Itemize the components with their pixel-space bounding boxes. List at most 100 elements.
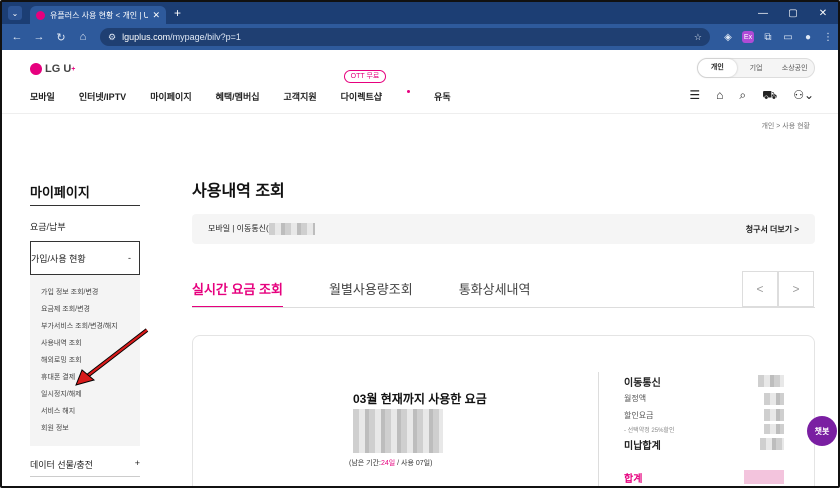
nav-mypage[interactable]: 마이페이지 xyxy=(150,90,191,103)
ott-badge: OTT 무료 xyxy=(344,70,386,83)
annotation-arrow-icon xyxy=(75,328,149,386)
new-dot-icon xyxy=(407,90,411,93)
submenu-item[interactable]: 회원 정보 xyxy=(41,423,140,440)
redacted-value xyxy=(764,392,784,405)
header-divider xyxy=(2,113,838,114)
line-label: 모바일 | 이동통신( xyxy=(208,224,269,234)
nav-direct-shop[interactable]: 다이렉트샵 xyxy=(341,90,411,103)
lguplus-logo[interactable]: LG U + xyxy=(30,63,75,75)
nav-support[interactable]: 고객지원 xyxy=(284,90,317,103)
remaining-prefix: (남은 기간: xyxy=(349,460,381,467)
store-icon[interactable]: ⌂ xyxy=(716,88,723,104)
close-window-button[interactable]: ✕ xyxy=(808,8,838,19)
submenu-item[interactable]: 가입 정보 조회/변경 xyxy=(41,287,140,304)
redacted-value xyxy=(760,438,784,450)
remaining-period: (남은 기간:24일 / 사용 07일) xyxy=(349,458,432,468)
redacted-value xyxy=(764,424,784,434)
detail-discount: 할인요금 xyxy=(624,410,654,420)
reload-icon[interactable]: ↻ xyxy=(50,31,72,44)
nav-internet-iptv[interactable]: 인터넷/IPTV xyxy=(79,90,126,103)
detail-unpaid-total: 미납합계 xyxy=(624,440,661,452)
new-tab-button[interactable]: + xyxy=(174,6,181,20)
line-info: 모바일 | 이동통신( xyxy=(208,223,315,235)
customer-type-switch: 개인 기업 소상공인 xyxy=(697,58,815,78)
global-nav: 모바일 인터넷/IPTV 마이페이지 혜택/멤버십 고객지원 다이렉트샵 유독 xyxy=(30,90,475,103)
tab-title: 유플러스 사용 현황 < 개인 | U xyxy=(50,10,149,20)
logo-mark-icon xyxy=(30,63,42,75)
detail-carrier: 이동통신 xyxy=(624,377,661,389)
url-field[interactable]: ⚙ lguplus.com/mypage/bilv?p=1 ☆ xyxy=(100,28,710,46)
search-icon[interactable]: ⌕ xyxy=(739,88,746,104)
expand-icon: + xyxy=(134,458,140,468)
next-button[interactable]: > xyxy=(778,271,814,307)
cart-icon[interactable]: ⛟ xyxy=(762,88,777,104)
prev-button[interactable]: < xyxy=(742,271,778,307)
home-icon[interactable]: ⌂ xyxy=(72,31,94,43)
favicon-icon xyxy=(36,10,45,20)
profile-icon[interactable]: ● xyxy=(798,32,818,43)
star-icon[interactable]: ☆ xyxy=(694,32,702,43)
redacted-value xyxy=(764,409,784,421)
submenu-item[interactable]: 일시정지/해제 xyxy=(41,389,140,406)
segment-personal[interactable]: 개인 xyxy=(698,59,737,77)
segment-business[interactable]: 기업 xyxy=(737,63,776,73)
redacted-value xyxy=(758,375,784,387)
puzzle-icon[interactable]: ⧉ xyxy=(758,32,778,43)
chatbot-button[interactable]: 챗봇 xyxy=(807,416,837,446)
tab-monthly-usage[interactable]: 월별사용량조회 xyxy=(329,279,413,308)
page-title: 사용내역 조회 xyxy=(192,183,285,200)
tab-search-icon[interactable]: ⌄ xyxy=(8,6,22,20)
user-icon[interactable]: ⚇⌄ xyxy=(793,88,814,104)
browser-tab[interactable]: 유플러스 사용 현황 < 개인 | U ✕ xyxy=(30,6,166,24)
submenu-item[interactable]: 요금제 조회/변경 xyxy=(41,304,140,321)
page-content: LG U + 개인 기업 소상공인 OTT 무료 모바일 인터넷/IPTV 마이페… xyxy=(2,50,838,486)
logo-plus: + xyxy=(71,65,76,73)
sidebar-item-join-usage[interactable]: 가입/사용 현황 - xyxy=(30,241,140,275)
back-icon[interactable]: ← xyxy=(6,31,28,43)
remaining-suffix: / 사용 07일) xyxy=(395,460,433,467)
bill-more-link[interactable]: 청구서 더보기 > xyxy=(746,224,799,235)
header-icons: ☰ ⌂ ⌕ ⛟ ⚇⌄ xyxy=(673,88,814,104)
tab-call-detail[interactable]: 통화상세내역 xyxy=(459,279,531,308)
sidebar-item-data-gift[interactable]: 데이터 선물/충전 + xyxy=(30,458,140,471)
breadcrumb: 개인 > 사용 현황 xyxy=(761,123,810,130)
redacted-total xyxy=(744,470,784,484)
detail-monthly: 월정액 xyxy=(624,394,647,403)
sidebar-divider xyxy=(30,205,140,206)
collapse-icon: - xyxy=(128,253,131,263)
minimize-button[interactable]: — xyxy=(748,8,778,19)
sidebar-title: 마이페이지 xyxy=(30,185,90,200)
browser-window: ⌄ 유플러스 사용 현황 < 개인 | U ✕ + — ▢ ✕ ← → ↻ ⌂ … xyxy=(0,0,840,488)
extension-badge-icon[interactable]: Ex xyxy=(742,31,754,43)
tab-realtime-fee[interactable]: 실시간 요금 조회 xyxy=(192,279,283,308)
menu-icon[interactable]: ⋮ xyxy=(818,32,838,43)
nav-benefits[interactable]: 혜택/멤버십 xyxy=(216,90,260,103)
tabs-divider xyxy=(192,307,815,308)
sidebar-item-label: 가입/사용 현황 xyxy=(31,253,86,264)
tab-close-icon[interactable]: ✕ xyxy=(152,10,160,21)
sidebar-item-fee[interactable]: 요금/납부 xyxy=(30,220,66,233)
usage-tabs: 실시간 요금 조회 월별사용량조회 통화상세내역 xyxy=(192,279,576,308)
nav-yudok[interactable]: 유독 xyxy=(434,90,451,103)
window-controls: — ▢ ✕ xyxy=(748,2,838,24)
detail-total: 합계 xyxy=(624,473,643,485)
extension-icons: ◈ Ex ⧉ ▭ ● ⋮ xyxy=(718,31,838,43)
sidepanel-icon[interactable]: ▭ xyxy=(778,32,798,43)
maximize-button[interactable]: ▢ xyxy=(778,8,808,19)
url-host: lguplus.com xyxy=(122,32,171,42)
line-selector: 모바일 | 이동통신( 청구서 더보기 > xyxy=(192,214,815,244)
sidebar-divider xyxy=(30,476,140,477)
site-info-icon[interactable]: ⚙ xyxy=(108,32,116,43)
nav-mobile[interactable]: 모바일 xyxy=(30,90,55,103)
redacted-number xyxy=(268,223,315,235)
redacted-amount xyxy=(353,409,443,453)
submenu-item[interactable]: 서비스 해지 xyxy=(41,406,140,423)
card-divider xyxy=(598,372,599,486)
segment-smb[interactable]: 소상공인 xyxy=(775,63,814,73)
hamburger-icon[interactable]: ☰ xyxy=(689,88,700,104)
address-bar-row: ← → ↻ ⌂ ⚙ lguplus.com/mypage/bilv?p=1 ☆ … xyxy=(2,24,838,50)
forward-icon[interactable]: → xyxy=(28,31,50,43)
usage-label: 03월 현재까지 사용한 요금 xyxy=(353,392,487,406)
extension-icon[interactable]: ◈ xyxy=(718,32,738,43)
remaining-days: 24일 xyxy=(380,460,396,467)
